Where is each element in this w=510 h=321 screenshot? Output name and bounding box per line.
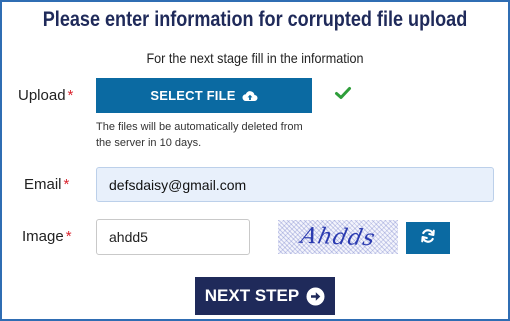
- form-subtitle: For the next stage fill in the informati…: [146, 50, 364, 66]
- cloud-upload-icon: [242, 90, 258, 102]
- upload-label: Upload *: [18, 87, 73, 104]
- upload-label-text: Upload: [18, 87, 66, 104]
- upload-retention-note: The files will be automatically deleted …: [96, 121, 303, 149]
- email-label-text: Email: [24, 176, 62, 193]
- image-label: Image *: [22, 228, 72, 245]
- next-step-label: NEXT STEP: [204, 286, 300, 305]
- form-title: Please enter information for corrupted f…: [42, 8, 468, 31]
- image-label-text: Image: [22, 228, 64, 245]
- next-step-button[interactable]: NEXT STEP: [195, 277, 335, 315]
- select-file-button[interactable]: SELECT FILE: [96, 78, 312, 113]
- upload-form-panel: Please enter information for corrupted f…: [0, 0, 510, 321]
- refresh-captcha-button[interactable]: [406, 222, 450, 254]
- refresh-icon: [420, 228, 436, 249]
- email-required-mark: *: [63, 176, 70, 193]
- upload-required-mark: *: [67, 87, 74, 104]
- captcha-input[interactable]: [96, 219, 250, 255]
- email-label: Email *: [24, 176, 69, 193]
- captcha-text: Ahdds: [298, 223, 378, 251]
- captcha-image: Ahdds: [278, 220, 398, 254]
- image-required-mark: *: [65, 228, 72, 245]
- select-file-label: SELECT FILE: [150, 88, 236, 103]
- email-field[interactable]: [96, 167, 494, 202]
- arrow-circle-right-icon: [306, 287, 325, 306]
- checkmark-icon: [334, 84, 352, 102]
